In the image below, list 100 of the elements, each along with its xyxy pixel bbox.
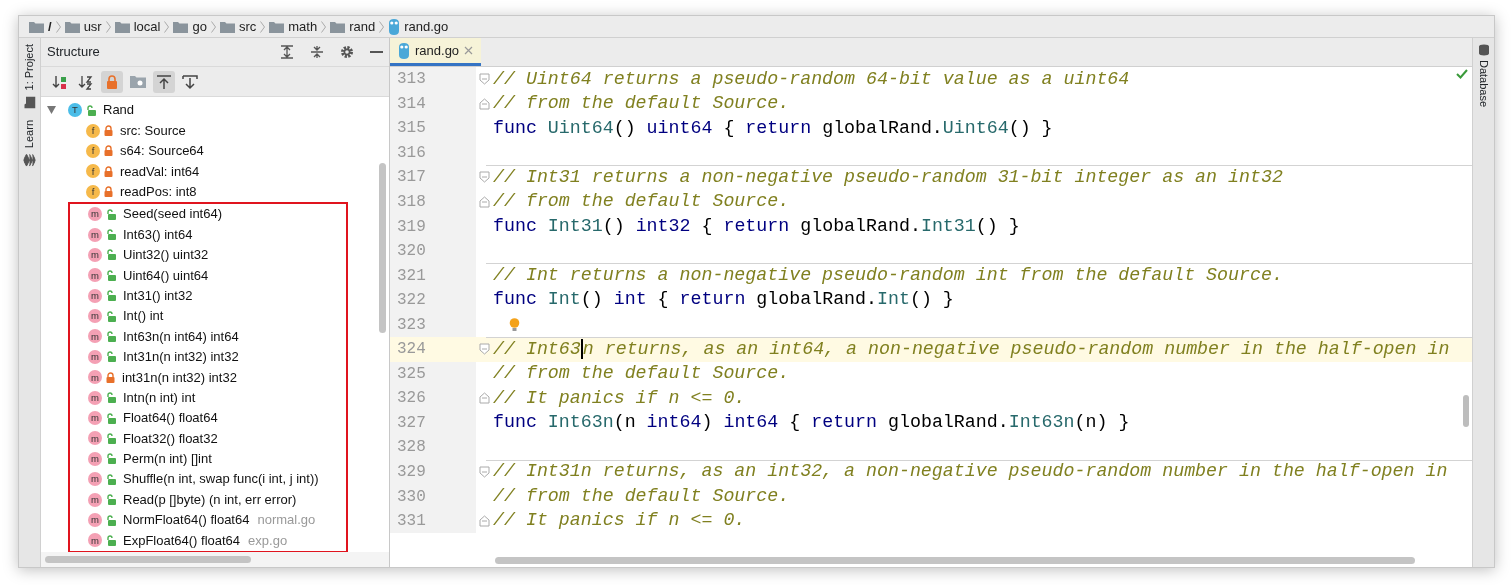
line-number: 325 [390,361,476,387]
code-line: // Int63n returns, as an int64, a non-negative pseudo-random number in the half-open in [493,337,1450,361]
expand-all-icon[interactable] [280,45,294,59]
tool-window-button[interactable]: Learn [21,120,38,167]
tree-item[interactable]: m ExpFloat64() float64 exp.go [88,530,346,551]
line-number: 331 [390,508,476,534]
tree-item[interactable]: m Int31() int32 [88,285,346,306]
breadcrumb-item[interactable]: rand [330,16,376,37]
tree-item[interactable]: m Int() int [88,305,346,327]
editor-tab[interactable]: rand.go [390,38,482,66]
tree-item[interactable]: m Uint32() uint32 [88,244,346,266]
tree-item[interactable]: m Float32() float32 [88,428,346,449]
tree-item[interactable]: m Read(p []byte) (n int, err error) [88,489,346,510]
tree-item[interactable]: m Shuffle(n int, swap func(i int, j int)) [88,469,346,490]
breadcrumb-item[interactable]: go [173,16,207,37]
member-type-icon: m [88,472,102,487]
line-number: 321 [390,263,476,288]
breadcrumb-item[interactable]: usr [64,16,102,37]
member-type-icon: m [88,411,102,426]
tree-item[interactable]: m Int31n(n int32) int32 [88,346,346,368]
lightbulb-icon[interactable] [509,317,520,332]
tree-item[interactable]: m Int63n(n int64) int64 [88,326,346,347]
close-icon[interactable] [464,46,474,55]
breadcrumb-item[interactable]: src [219,16,257,37]
fold-marker-icon[interactable] [479,392,490,405]
line-number: 319 [390,214,476,239]
member-type-icon: f [86,143,100,158]
line-number: 315 [390,116,476,141]
member-type-icon: m [88,533,102,548]
code-line: // Int31 returns a non-negative pseudo-random 31-bit integer as an int32 [493,165,1283,189]
tree-item[interactable]: f s64: Source64 [41,140,389,162]
breadcrumb-item[interactable]: / [29,16,52,37]
tree-item[interactable]: m Intn(n int) int [88,387,346,408]
fold-marker-icon[interactable] [479,171,490,184]
line-number: 320 [390,238,476,264]
member-type-icon: f [86,184,100,199]
line-number: 328 [390,435,476,460]
expanded-triangle-icon[interactable] [47,106,56,115]
tree-item[interactable]: m int31n(n int32) int32 [88,367,346,388]
breadcrumb-item[interactable]: rand.go [388,16,449,37]
fold-marker-icon[interactable] [479,466,490,478]
fold-marker-icon[interactable] [479,343,490,356]
chevron-icon [260,20,266,33]
tree-item[interactable]: m Float64() float64 [88,407,346,429]
horizontal-scrollbar[interactable] [45,556,251,563]
member-type-icon: m [88,370,102,385]
code-line: // Int31n returns, as an int32, a non-negative pseudo-random number in the half-open in [493,460,1448,484]
code-line: func Uint64() uint64 { return globalRand.Uint64() } [493,116,1053,140]
code-line: func Int63n(n int64) int64 { return globalRand.Int63n(n) } [493,411,1130,435]
line-number: 322 [390,287,476,313]
fold-marker-icon[interactable] [479,196,490,208]
member-type-icon: m [88,227,102,242]
line-number: 330 [390,484,476,509]
line-number: 314 [390,91,476,117]
code-line: // It panics if n <= 0. [493,509,746,533]
code-line: // Int returns a non-negative pseudo-random int from the default Source. [493,263,1283,287]
tree-item[interactable]: m Int63() int64 [88,224,346,245]
tree-item[interactable]: f readVal: int64 [41,161,389,182]
member-type-icon: m [88,451,102,466]
toolbar-button[interactable] [153,70,175,93]
tree-item[interactable]: m Seed(seed int64) [88,203,346,225]
settings-icon[interactable] [340,45,354,59]
member-type-icon: m [88,309,102,324]
code-line: // from the default Source. [493,484,790,508]
vertical-scrollbar[interactable] [379,163,386,333]
tree-item[interactable]: m Perm(n int) []int [88,448,346,470]
text-caret [580,338,583,359]
line-number: 329 [390,459,476,485]
fold-marker-icon[interactable] [479,515,490,528]
member-type-icon: m [88,288,102,303]
code-line: func Int() int { return globalRand.Int() } [493,288,954,312]
tree-item[interactable]: m NormFloat64() float64 normal.go [88,509,346,531]
member-type-icon: m [88,247,102,262]
member-type-icon: f [86,164,100,179]
member-type-icon: m [88,513,102,527]
tree-item[interactable]: f src: Source [41,120,389,141]
collapse-all-icon[interactable] [310,45,324,59]
code-line: // from the default Source. [493,362,790,386]
breadcrumb-item[interactable]: local [114,16,161,37]
line-number: 317 [390,165,476,190]
member-type-icon: m [88,329,102,344]
vertical-scrollbar[interactable] [1463,395,1469,427]
chevron-icon [105,20,111,33]
tree-item[interactable]: T Rand [41,100,389,121]
member-type-icon: m [88,207,102,222]
fold-marker-icon[interactable] [479,97,490,110]
tool-window-button[interactable]: 1: Project [21,44,38,109]
tool-window-button[interactable]: Database [1475,44,1492,108]
horizontal-scrollbar[interactable] [495,556,1415,564]
fold-marker-icon[interactable] [479,73,490,86]
panel-title: Structure [47,43,100,62]
tree-item[interactable]: m Uint64() uint64 [88,265,346,286]
minimize-icon[interactable] [370,50,383,54]
tree-item[interactable]: f readPos: int8 [41,181,389,202]
member-type-icon: f [86,123,100,138]
code-line: // It panics if n <= 0. [493,386,746,410]
line-number: 318 [390,189,476,215]
breadcrumb-item[interactable]: math [269,16,318,37]
chevron-icon [321,20,327,33]
line-number: 327 [390,410,476,436]
